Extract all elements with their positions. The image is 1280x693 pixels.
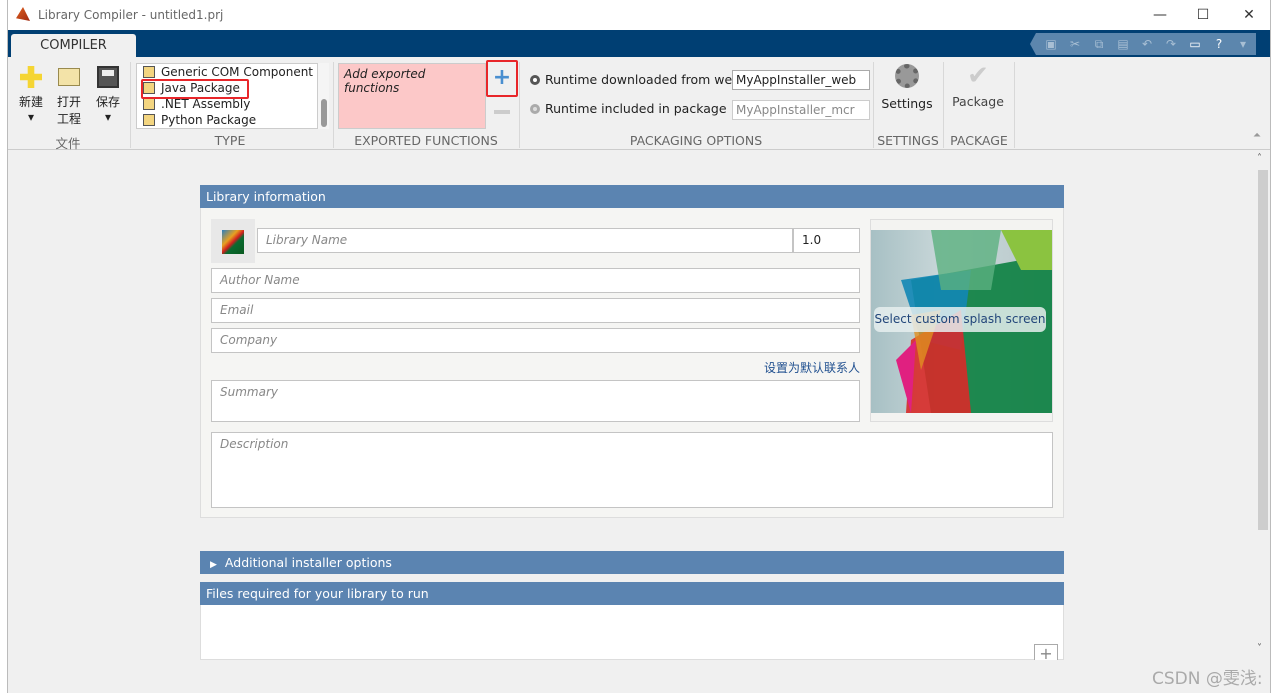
- background-window-edge: [0, 0, 8, 693]
- runtime-web-label: Runtime downloaded from web: [545, 72, 741, 87]
- divider: [1014, 62, 1015, 148]
- window-title: Library Compiler - untitled1.prj: [38, 8, 224, 22]
- open-project-button[interactable]: 打开 工程: [52, 66, 86, 127]
- save-button[interactable]: 保存 ▾: [91, 66, 125, 124]
- library-name-input[interactable]: Library Name: [257, 228, 793, 253]
- type-label: Generic COM Component: [161, 65, 314, 79]
- scrollbar-thumb[interactable]: [1258, 170, 1268, 530]
- matlab-logo-icon: [16, 7, 30, 21]
- runtime-web-radio[interactable]: [530, 75, 540, 85]
- help-icon[interactable]: ?: [1210, 37, 1228, 51]
- exported-functions-list[interactable]: Add exported functions: [338, 63, 486, 129]
- type-label: .NET Assembly: [161, 97, 251, 111]
- paste-icon[interactable]: ▤: [1114, 37, 1132, 51]
- background-window-edge: [1270, 0, 1280, 693]
- type-list-scrollbar[interactable]: [318, 63, 329, 129]
- section-label-settings: SETTINGS: [877, 133, 939, 148]
- section-label-packaging: PACKAGING OPTIONS: [629, 133, 763, 148]
- divider: [130, 62, 131, 148]
- new-button[interactable]: 新建 ▾: [14, 66, 48, 124]
- com-icon: [143, 66, 155, 78]
- dropdown-icon[interactable]: ▾: [1234, 37, 1252, 51]
- files-required-panel: [200, 605, 1064, 660]
- remove-exported-function-button[interactable]: [494, 110, 510, 114]
- plus-icon: [20, 66, 42, 88]
- checkmark-icon: ✔: [967, 61, 989, 91]
- close-button[interactable]: ✕: [1234, 4, 1264, 26]
- runtime-web-input[interactable]: MyAppInstaller_web: [732, 70, 870, 90]
- section-label-type: TYPE: [214, 133, 246, 148]
- add-exported-function-button[interactable]: +: [486, 60, 518, 97]
- copy-icon[interactable]: ⧉: [1090, 37, 1108, 52]
- scroll-down-icon[interactable]: ˅: [1257, 643, 1262, 654]
- add-file-button[interactable]: +: [1034, 644, 1058, 660]
- save-icon[interactable]: ▣: [1042, 37, 1060, 51]
- minimize-button[interactable]: —: [1145, 4, 1175, 26]
- collapse-ribbon-icon[interactable]: ⏶: [1253, 130, 1261, 141]
- version-input[interactable]: 1.0: [793, 228, 860, 253]
- cut-icon[interactable]: ✂: [1066, 37, 1084, 51]
- runtime-package-label: Runtime included in package: [545, 101, 727, 116]
- tab-compiler[interactable]: COMPILER: [11, 34, 136, 58]
- watermark: CSDN @雯浅:: [1152, 669, 1263, 689]
- type-item-python[interactable]: Python Package: [137, 112, 317, 128]
- settings-button[interactable]: Settings: [876, 64, 938, 111]
- package-button[interactable]: ✔ Package: [946, 62, 1010, 109]
- title-bar: Library Compiler - untitled1.prj — ☐ ✕: [8, 0, 1270, 30]
- section-label-package: PACKAGE: [950, 133, 1008, 148]
- type-label: Python Package: [161, 113, 257, 127]
- set-default-contact-link[interactable]: 设置为默认联系人: [700, 359, 860, 376]
- highlight-box: [141, 79, 249, 99]
- section-label-exported: EXPORTED FUNCTIONS: [354, 133, 498, 148]
- runtime-package-radio[interactable]: [530, 104, 540, 114]
- maximize-button[interactable]: ☐: [1188, 4, 1218, 26]
- redo-icon[interactable]: ↷: [1162, 37, 1180, 51]
- type-item-com[interactable]: Generic COM Component: [137, 64, 317, 80]
- new-label: 新建: [18, 95, 43, 109]
- author-name-input[interactable]: Author Name: [211, 268, 860, 293]
- python-icon: [143, 114, 155, 126]
- description-input[interactable]: Description: [211, 432, 1053, 508]
- additional-installer-options-label: Additional installer options: [224, 555, 392, 570]
- select-splash-screen-button[interactable]: Select custom splash screen: [874, 307, 1046, 332]
- company-input[interactable]: Company: [211, 328, 860, 353]
- expand-icon: ▶: [210, 560, 217, 570]
- window-icon[interactable]: ▭: [1186, 37, 1204, 51]
- library-icon[interactable]: [211, 219, 255, 263]
- summary-input[interactable]: Summary: [211, 380, 860, 422]
- runtime-package-input[interactable]: MyAppInstaller_mcr: [732, 100, 870, 120]
- open-label: 打开: [56, 95, 81, 109]
- save-label: 保存: [95, 95, 120, 109]
- dotnet-icon: [143, 98, 155, 110]
- additional-installer-options-header[interactable]: ▶ Additional installer options: [200, 551, 1064, 574]
- gear-icon: [895, 64, 919, 88]
- chevron-down-icon: ▾: [104, 110, 112, 124]
- quick-access-toolbar: ▣ ✂ ⧉ ▤ ↶ ↷ ▭ ? ▾: [1030, 33, 1256, 55]
- email-input[interactable]: Email: [211, 298, 860, 323]
- chevron-down-icon: ▾: [27, 110, 35, 124]
- settings-label: Settings: [881, 96, 933, 111]
- undo-icon[interactable]: ↶: [1138, 37, 1156, 51]
- scroll-up-icon[interactable]: ˄: [1257, 153, 1262, 164]
- floppy-icon: [97, 66, 119, 88]
- folder-icon: [58, 68, 80, 86]
- package-label: Package: [952, 94, 1004, 109]
- status-area: [8, 660, 1270, 693]
- files-required-header: Files required for your library to run: [200, 582, 1064, 605]
- library-info-header: Library information: [200, 185, 1064, 208]
- open-label-2: 工程: [56, 112, 81, 126]
